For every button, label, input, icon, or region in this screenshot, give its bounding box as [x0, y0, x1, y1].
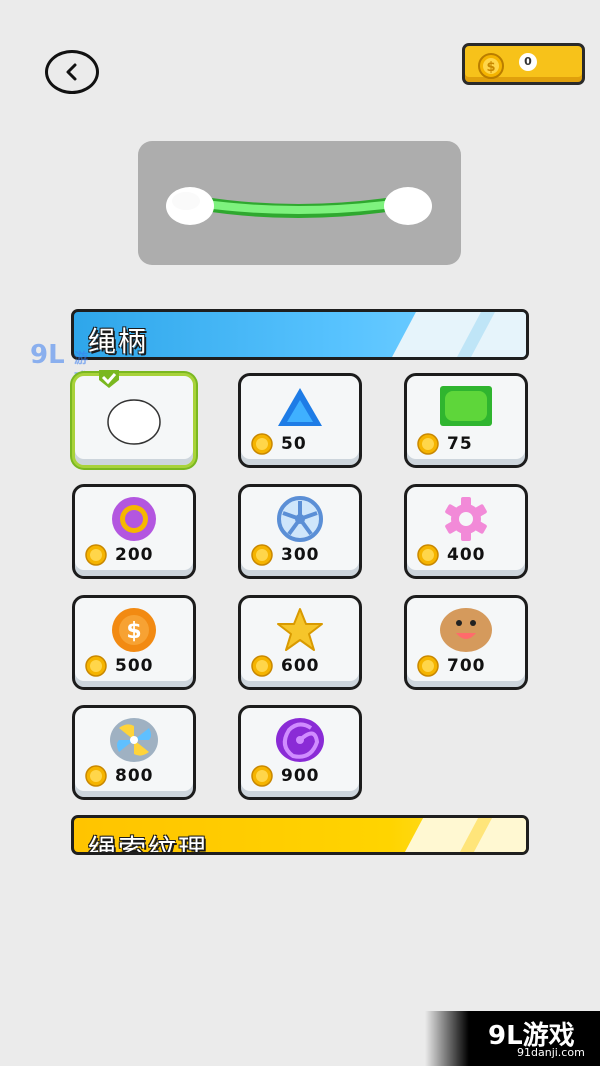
item-card[interactable]: 900	[238, 705, 362, 800]
item-price: 400	[447, 545, 486, 565]
back-button[interactable]	[45, 50, 99, 94]
rope-preview	[138, 141, 461, 265]
item-price: 800	[115, 766, 154, 786]
item-price: 700	[447, 656, 486, 676]
check-badge-icon	[99, 370, 119, 388]
watermark-banner: 9L游戏 91danji.com	[425, 1011, 600, 1066]
star-icon	[277, 608, 323, 651]
item-price: 900	[281, 766, 320, 786]
svg-text:$: $	[486, 60, 495, 75]
rope-icon	[166, 187, 432, 225]
item-card[interactable]: 400	[404, 484, 528, 579]
dollar-coin-icon: $	[112, 608, 156, 652]
item-card[interactable]: $ 500	[72, 595, 196, 690]
cookie-face-icon	[440, 608, 492, 652]
chevron-left-icon	[66, 63, 77, 81]
item-card[interactable]	[72, 370, 196, 468]
item-card[interactable]: 200	[72, 484, 196, 579]
section-header-texture: 绳索纹理	[71, 815, 529, 855]
item-price: 200	[115, 545, 154, 565]
item-card[interactable]: 50	[238, 373, 362, 468]
coin-count: 0	[519, 53, 537, 71]
white-circle-icon	[107, 399, 161, 445]
item-card[interactable]: 800	[72, 705, 196, 800]
item-card[interactable]: 600	[238, 595, 362, 690]
coin-icon	[251, 433, 273, 455]
item-price: 600	[281, 656, 320, 676]
coin-icon	[85, 655, 107, 677]
section-header-handle: 绳柄	[71, 309, 529, 360]
wheel-icon	[277, 496, 323, 542]
section-title: 绳柄	[88, 325, 149, 358]
sun-icon	[112, 497, 156, 541]
coin-icon	[251, 765, 273, 787]
coin-icon	[417, 544, 439, 566]
gear-icon	[445, 497, 487, 541]
item-card[interactable]: 300	[238, 484, 362, 579]
fan-icon	[110, 718, 158, 762]
item-price: 500	[115, 656, 154, 676]
coin-icon	[417, 655, 439, 677]
swirl-icon	[276, 718, 324, 762]
coin-icon: $	[478, 53, 504, 79]
coin-icon	[417, 433, 439, 455]
triangle-icon	[278, 388, 322, 426]
item-price: 300	[281, 545, 320, 565]
square-icon	[440, 386, 492, 426]
coin-icon	[251, 655, 273, 677]
coin-counter: $ 0	[462, 43, 585, 85]
coin-icon	[85, 544, 107, 566]
item-card[interactable]: 700	[404, 595, 528, 690]
svg-text:$: $	[126, 619, 141, 644]
item-price: 50	[281, 434, 307, 454]
item-card[interactable]: 75	[404, 373, 528, 468]
item-price: 75	[447, 434, 473, 454]
coin-icon	[251, 544, 273, 566]
watermark-logo: 9L游戏	[30, 340, 88, 387]
coin-icon	[85, 765, 107, 787]
section-title: 绳索纹理	[88, 833, 209, 855]
